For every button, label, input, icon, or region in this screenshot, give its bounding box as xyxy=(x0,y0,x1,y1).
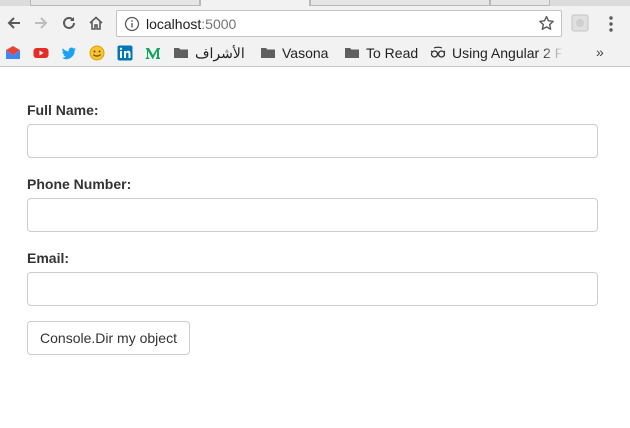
extension-icon[interactable] xyxy=(571,14,589,32)
linkedin-icon xyxy=(117,45,133,61)
star-icon[interactable] xyxy=(538,15,555,32)
menu-icon[interactable] xyxy=(604,14,618,34)
inbox-icon xyxy=(6,46,20,59)
phone-number-input[interactable] xyxy=(27,198,598,232)
bookmark-item[interactable] xyxy=(61,44,77,62)
emoji-icon xyxy=(89,45,105,61)
bookmark-label: الأشراف xyxy=(195,44,245,61)
bookmark-item[interactable] xyxy=(117,44,133,62)
twitter-icon xyxy=(61,47,76,60)
bookmark-label: Vasona xyxy=(282,45,329,61)
bookmark-label: Using Angular 2 F xyxy=(452,45,564,61)
browser-toolbar: localhost:5000 الأشراف Vasona To Read Us… xyxy=(0,0,630,67)
full-name-label: Full Name: xyxy=(27,102,99,118)
bookmark-item[interactable] xyxy=(89,44,105,62)
tab-strip xyxy=(0,0,630,6)
tab-active[interactable] xyxy=(200,0,310,6)
bookmark-folder[interactable]: الأشراف xyxy=(173,44,245,62)
bookmarks-overflow-button[interactable]: » xyxy=(596,44,604,60)
console-dir-button[interactable]: Console.Dir my object xyxy=(27,321,190,355)
page-content: Full Name: Phone Number: Email: Console.… xyxy=(0,68,630,428)
home-icon xyxy=(89,16,103,30)
info-icon[interactable] xyxy=(124,16,140,32)
url-port: :5000 xyxy=(201,16,237,32)
youtube-icon xyxy=(33,48,49,58)
tab-background[interactable] xyxy=(30,0,200,6)
back-button[interactable] xyxy=(3,12,25,34)
arrow-right-icon xyxy=(35,17,48,29)
url-host: localhost xyxy=(146,16,202,32)
medium-icon xyxy=(145,48,160,59)
url-text[interactable]: localhost:5000 xyxy=(146,16,236,33)
glasses-icon xyxy=(430,46,446,58)
bookmark-folder[interactable]: To Read xyxy=(344,44,418,62)
address-bar[interactable]: localhost:5000 xyxy=(116,10,562,37)
folder-icon xyxy=(345,48,359,58)
bookmark-item[interactable]: Using Angular 2 F xyxy=(430,44,580,62)
phone-number-label: Phone Number: xyxy=(27,176,132,192)
folder-icon xyxy=(174,48,188,58)
bookmark-label: To Read xyxy=(366,45,419,61)
bookmark-item[interactable] xyxy=(145,44,161,62)
reload-button[interactable] xyxy=(58,12,80,34)
bookmark-item[interactable] xyxy=(33,44,49,62)
bookmark-item[interactable] xyxy=(5,44,21,62)
home-button[interactable] xyxy=(85,12,107,34)
arrow-left-icon xyxy=(7,17,20,29)
reload-icon xyxy=(63,16,75,29)
email-input[interactable] xyxy=(27,272,598,306)
bookmarks-bar: الأشراف Vasona To Read Using Angular 2 F xyxy=(0,40,630,66)
tab-background[interactable] xyxy=(310,0,490,6)
tab-background[interactable] xyxy=(490,0,550,6)
folder-icon xyxy=(261,48,275,58)
email-label: Email: xyxy=(27,250,70,266)
full-name-input[interactable] xyxy=(27,124,598,158)
bookmark-folder[interactable]: Vasona xyxy=(260,44,328,62)
forward-button[interactable] xyxy=(30,12,52,34)
